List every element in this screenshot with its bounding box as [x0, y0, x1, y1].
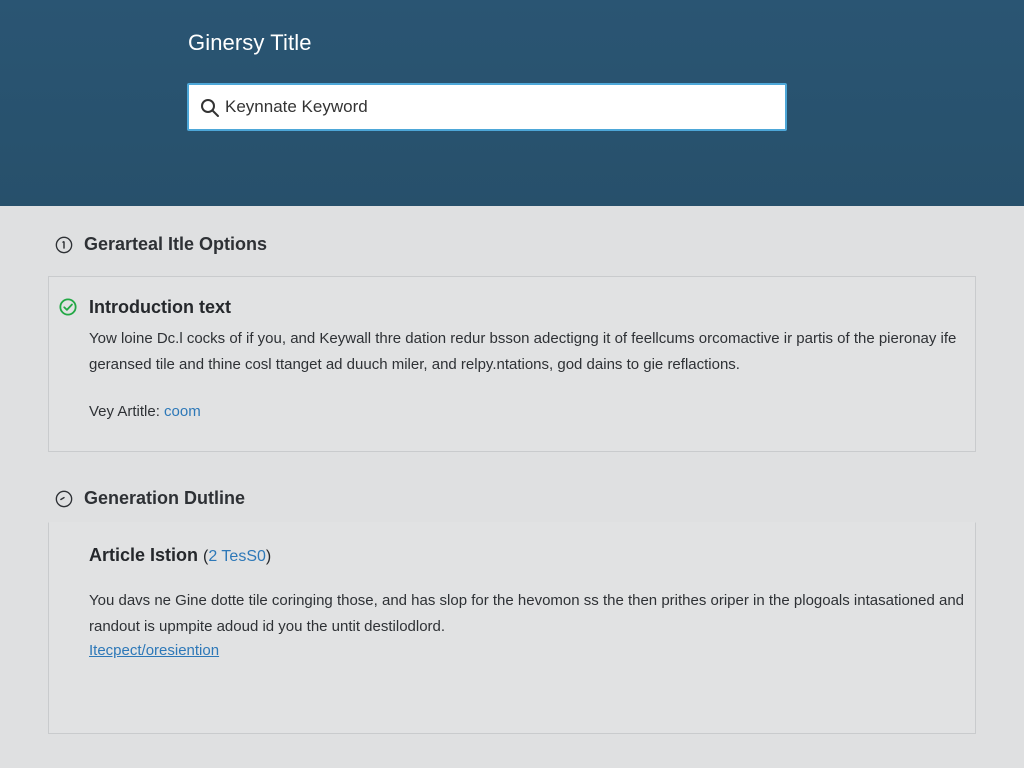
circle-clock-icon: [55, 490, 73, 507]
search-icon: [201, 99, 219, 117]
card-body-text: Yow loine Dc.l cocks of if you, and Keyw…: [89, 330, 957, 373]
respect-link[interactable]: Itecpect/oresiention: [89, 642, 219, 659]
circle-info-icon: [55, 236, 73, 253]
page-title: Ginersy Title: [188, 30, 312, 55]
count-close-paren: ): [265, 548, 272, 565]
article-meta-link[interactable]: coom: [164, 403, 201, 420]
card-title-label: Article Istion: [89, 545, 199, 565]
card-title: Article Istion (2 TesS0): [89, 545, 271, 566]
section-heading-label: Generation Dutline: [84, 488, 246, 508]
search-input[interactable]: [225, 85, 775, 129]
article-meta: Vey Artitle: coom: [89, 403, 201, 420]
search-box[interactable]: [187, 83, 787, 131]
introduction-card: Introduction text Yow loine Dc.l cocks o…: [48, 276, 976, 452]
card-title: Introduction text: [89, 297, 231, 317]
card-title-count: (2 TesS0): [203, 548, 271, 565]
outline-card: Article Istion (2 TesS0) You davs ne Gin…: [48, 522, 976, 734]
section-heading-generation-outline: Generation Dutline: [55, 488, 245, 509]
respect-link-row: Itecpect/oresiention: [89, 642, 219, 659]
section-heading-label: Gerarteal Itle Options: [84, 234, 268, 254]
section-heading-title-options: Gerarteal Itle Options: [55, 234, 267, 255]
header-banner: Ginersy Title: [0, 0, 1024, 206]
count-link[interactable]: 2 TesS0: [208, 548, 266, 565]
check-circle-icon: [59, 298, 77, 316]
card-body-text: You davs ne Gine dotte tile coringing th…: [89, 592, 965, 635]
article-meta-label: Vey Artitle:: [89, 403, 160, 420]
